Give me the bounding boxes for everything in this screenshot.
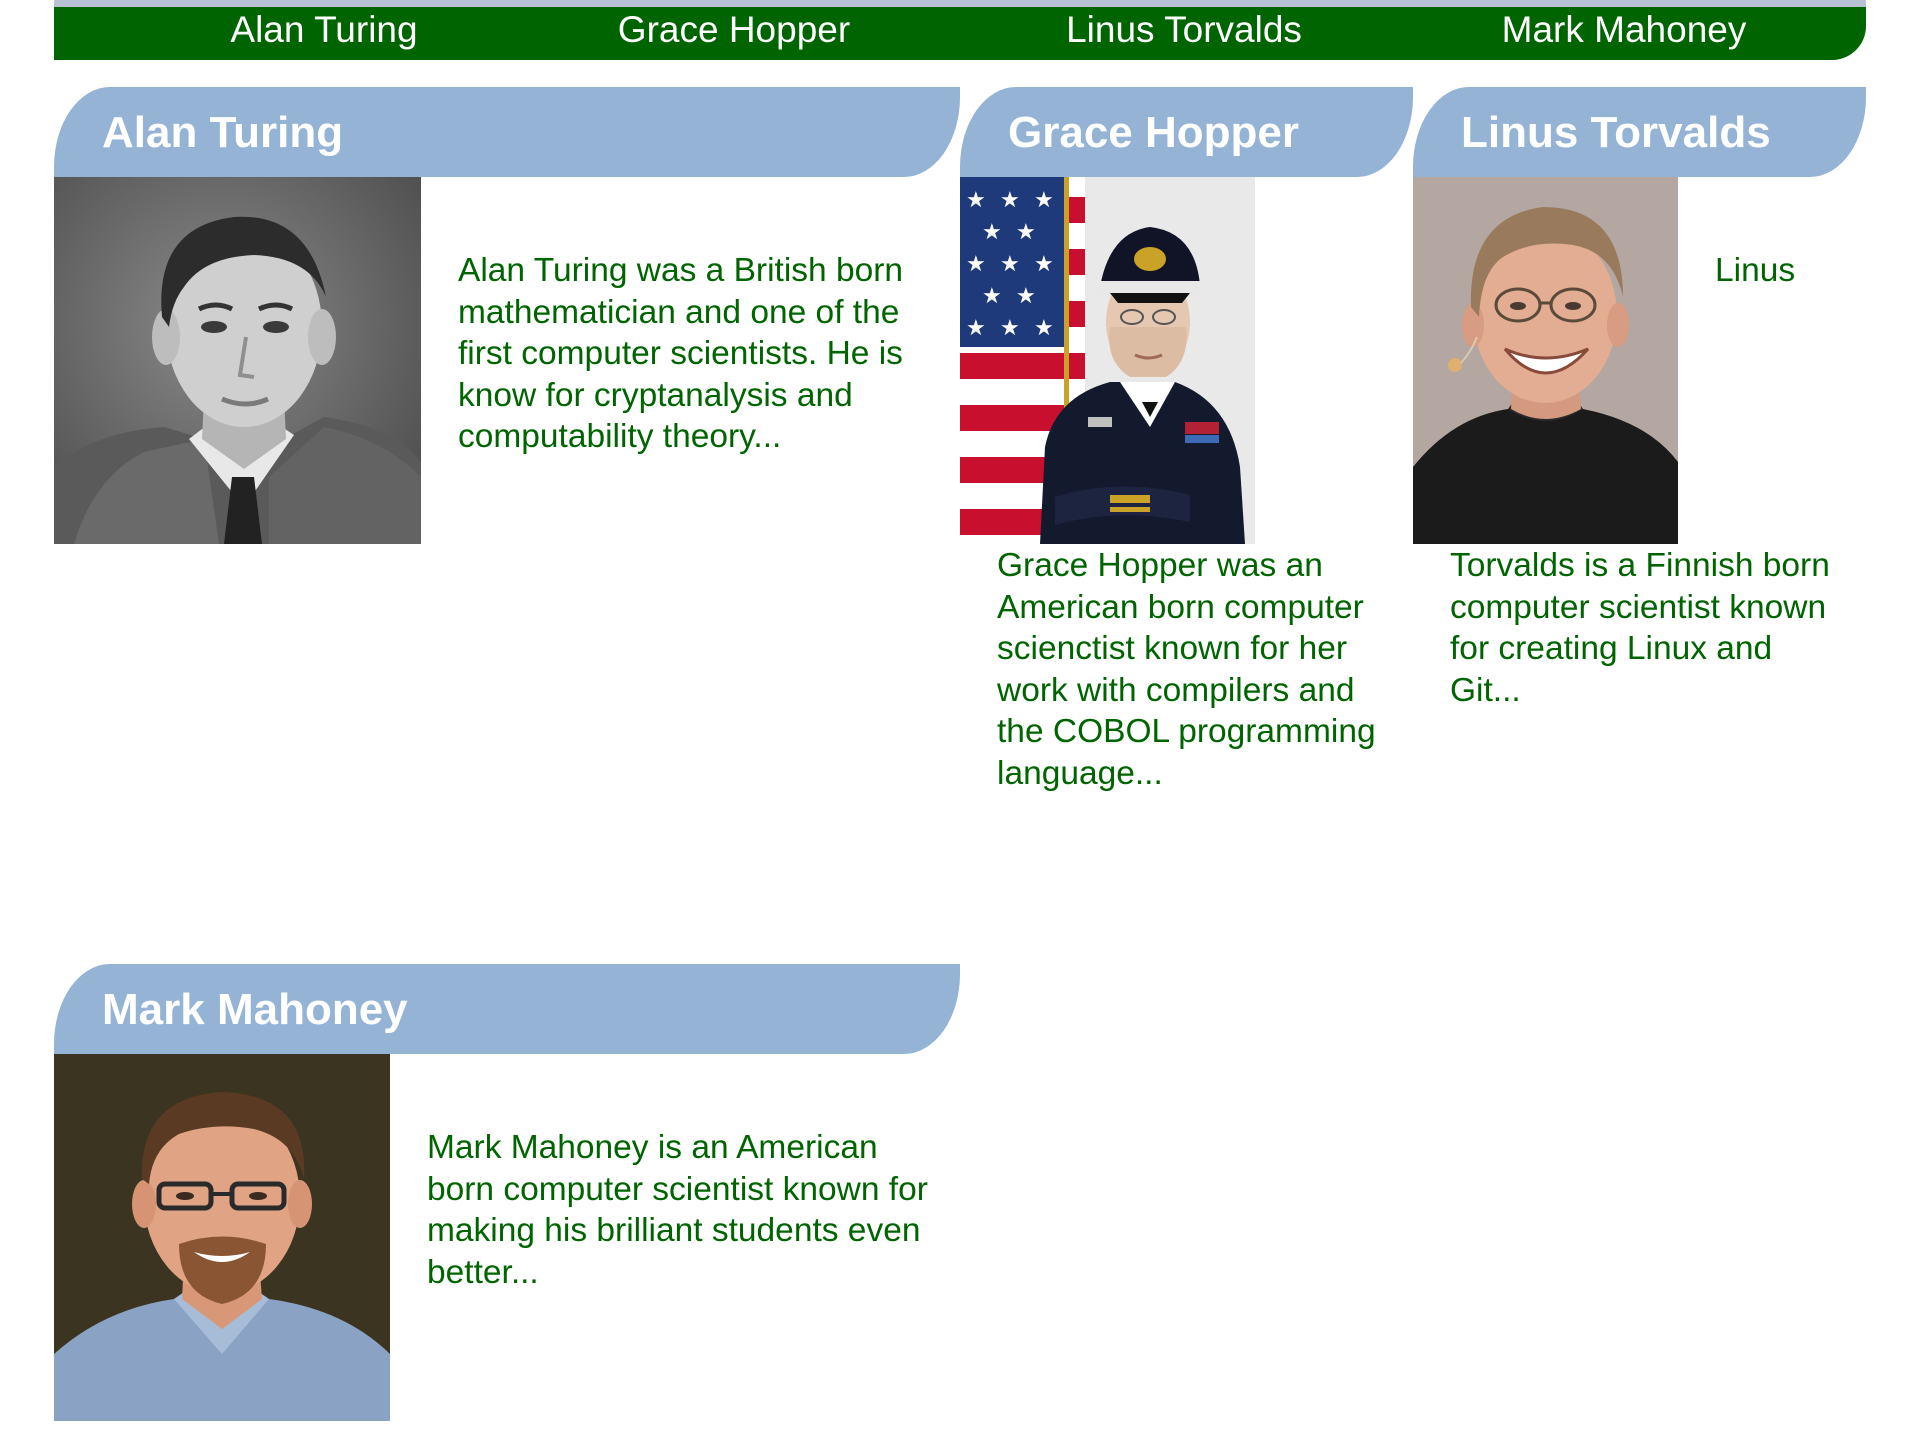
page: Alan Turing Grace Hopper Linus Torvalds … [0, 0, 1916, 1439]
nav-link-grace-hopper[interactable]: Grace Hopper [584, 7, 884, 59]
svg-text:★: ★ [1034, 252, 1054, 277]
profile-heading: Grace Hopper [960, 87, 1413, 177]
svg-text:★: ★ [1034, 188, 1054, 213]
profile-bio-first-word: Linus [1715, 252, 1796, 289]
profile-heading: Linus Torvalds [1413, 87, 1866, 177]
nav-link-alan-turing[interactable]: Alan Turing [174, 7, 474, 59]
svg-text:★: ★ [1000, 188, 1020, 213]
profile-card-grace-hopper: Grace Hopper ★ ★ ★ ★ ★ ★ ★ ★ ★ ★ ★ ★ ★ G… [960, 87, 1413, 847]
mark-mahoney-photo [54, 1054, 390, 1421]
grace-hopper-photo: ★ ★ ★ ★ ★ ★ ★ ★ ★ ★ ★ ★ ★ [960, 177, 1255, 544]
alan-turing-photo [54, 177, 421, 544]
nav-link-linus-torvalds[interactable]: Linus Torvalds [1014, 7, 1354, 59]
profile-bio: Torvalds is a Finnish born computer scie… [1450, 547, 1830, 709]
svg-text:★: ★ [1016, 220, 1036, 245]
profile-bio: Grace Hopper was an American born comput… [997, 547, 1376, 792]
profile-card-mark-mahoney: Mark Mahoney Mark Mahoney is an American… [54, 964, 960, 1424]
svg-text:★: ★ [966, 188, 986, 213]
profile-card-linus-torvalds: Linus Torvalds Linus Torvalds is a Finni… [1413, 87, 1866, 727]
profile-heading: Alan Turing [54, 87, 960, 177]
svg-text:★: ★ [1000, 252, 1020, 277]
profile-bio: Alan Turing was a British born mathemati… [458, 252, 904, 455]
svg-text:★: ★ [982, 220, 1002, 245]
svg-text:★: ★ [966, 252, 986, 277]
top-nav-bar: Alan Turing Grace Hopper Linus Torvalds … [54, 0, 1866, 60]
svg-text:★: ★ [1034, 316, 1054, 341]
linus-torvalds-photo [1413, 177, 1678, 544]
svg-text:★: ★ [1000, 316, 1020, 341]
svg-text:★: ★ [1016, 284, 1036, 309]
profile-bio: Mark Mahoney is an American born compute… [427, 1129, 928, 1291]
svg-text:★: ★ [966, 316, 986, 341]
profile-card-alan-turing: Alan Turing Alan Turing was a British bo… [54, 87, 960, 547]
svg-text:★: ★ [982, 284, 1002, 309]
nav-link-mark-mahoney[interactable]: Mark Mahoney [1464, 7, 1784, 59]
profile-heading: Mark Mahoney [54, 964, 960, 1054]
